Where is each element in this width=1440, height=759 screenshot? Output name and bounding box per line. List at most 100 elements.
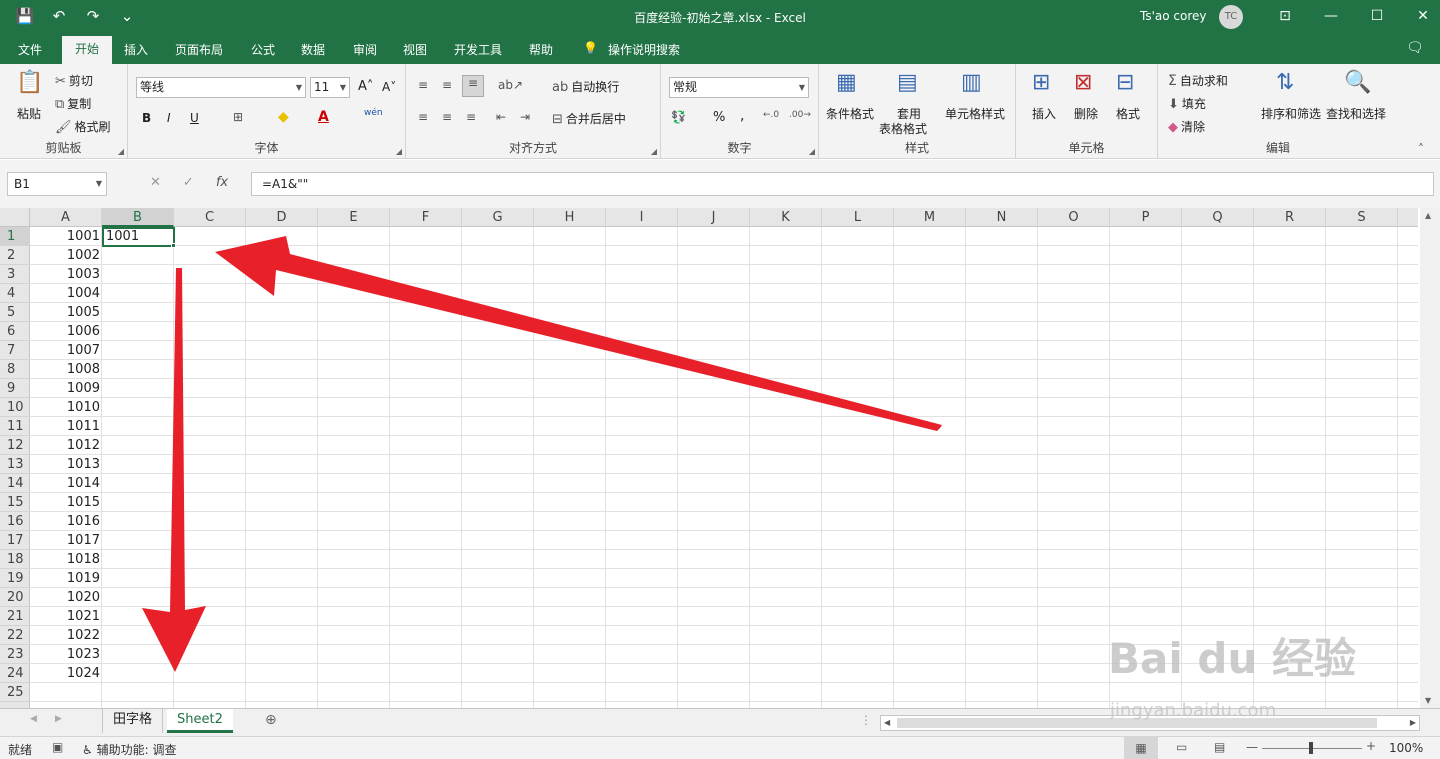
minimize-icon[interactable]: — (1308, 0, 1354, 34)
italic-button[interactable]: I (167, 111, 171, 125)
copy-button[interactable]: ⧉ 复制 (55, 95, 91, 112)
add-sheet-icon[interactable]: ⊕ (265, 712, 277, 728)
align-center-icon[interactable]: ≡ (442, 110, 452, 124)
column-header-m[interactable]: M (894, 208, 966, 227)
cell-a-value[interactable]: 1021 (30, 607, 100, 626)
column-header-e[interactable]: E (318, 208, 390, 227)
border-icon[interactable]: ⊞ (233, 110, 243, 124)
cell-a-value[interactable]: 1015 (30, 493, 100, 512)
row-header[interactable]: 22 (0, 626, 30, 645)
cell-a-value[interactable]: 1010 (30, 398, 100, 417)
cell-a-value[interactable]: 1014 (30, 474, 100, 493)
column-header-k[interactable]: K (750, 208, 822, 227)
format-button[interactable]: 格式 (1116, 105, 1140, 122)
sheet-tab-2-active[interactable]: Sheet2 (167, 709, 233, 733)
tab-developer[interactable]: 开发工具 (454, 41, 502, 58)
sheet-tab-1[interactable]: 田字格 (102, 709, 164, 733)
cell-a-value[interactable]: 1016 (30, 512, 100, 531)
format-cells-icon[interactable]: ⊟ (1116, 70, 1134, 95)
cell-a-value[interactable]: 1001 (30, 227, 100, 246)
page-layout-view-icon[interactable]: ▭ (1176, 740, 1187, 754)
cell-a-value[interactable]: 1020 (30, 588, 100, 607)
cell-a-value[interactable]: 1012 (30, 436, 100, 455)
bold-button[interactable]: B (142, 111, 151, 125)
scroll-down-icon[interactable]: ▼ (1425, 696, 1431, 705)
cancel-icon[interactable]: ✕ (150, 175, 161, 190)
row-header[interactable]: 14 (0, 474, 30, 493)
comma-button[interactable]: , (740, 108, 744, 124)
font-name-combo[interactable]: 等线 ▼ (136, 77, 306, 98)
column-header-p[interactable]: P (1110, 208, 1182, 227)
formula-input[interactable]: =A1&"" (251, 172, 1434, 196)
row-header[interactable]: 6 (0, 322, 30, 341)
wrap-text-button[interactable]: ab 自动换行 (552, 78, 619, 95)
tab-view[interactable]: 视图 (403, 41, 427, 58)
paste-button[interactable]: 粘贴 (17, 105, 41, 122)
cell-a-value[interactable]: 1023 (30, 645, 100, 664)
fill-handle[interactable] (171, 243, 176, 248)
tab-home[interactable]: 开始 (62, 36, 112, 64)
row-header[interactable]: 10 (0, 398, 30, 417)
align-middle-icon[interactable]: ≡ (442, 78, 452, 92)
decrease-decimal-icon[interactable]: .00→ (789, 110, 811, 120)
column-header-g[interactable]: G (462, 208, 534, 227)
tab-formulas[interactable]: 公式 (251, 41, 275, 58)
dialog-launcher-icon[interactable]: ◢ (396, 147, 402, 156)
cell-a-value[interactable]: 1002 (30, 246, 100, 265)
insert-button[interactable]: 插入 (1032, 105, 1056, 122)
cell-styles-button[interactable]: 单元格样式 (945, 105, 1005, 122)
format-table-button-line2[interactable]: 表格格式 (879, 120, 927, 137)
avatar[interactable]: TC (1219, 5, 1243, 29)
vertical-scrollbar[interactable]: ▲ ▼ (1420, 208, 1440, 708)
normal-view-icon[interactable]: ▦ (1124, 737, 1158, 759)
accessibility-status[interactable]: ♿ 辅助功能: 调查 (82, 741, 176, 758)
insert-cells-icon[interactable]: ⊞ (1032, 70, 1050, 95)
align-right-icon[interactable]: ≡ (466, 110, 476, 124)
zoom-level[interactable]: 100% (1389, 741, 1423, 755)
cell-a-value[interactable]: 1005 (30, 303, 100, 322)
column-header-h[interactable]: H (534, 208, 606, 227)
delete-button[interactable]: 删除 (1074, 105, 1098, 122)
tell-me-search[interactable]: 操作说明搜索 (608, 41, 680, 58)
fill-color-icon[interactable]: ◆ (278, 109, 289, 125)
row-header[interactable]: 20 (0, 588, 30, 607)
phonetic-guide-icon[interactable]: wén (364, 108, 383, 118)
ribbon-display-icon[interactable]: ⊡ (1262, 0, 1308, 34)
align-left-icon[interactable]: ≡ (418, 110, 428, 124)
row-header[interactable]: 4 (0, 284, 30, 303)
zoom-in-icon[interactable]: + (1366, 739, 1376, 753)
column-header-d[interactable]: D (246, 208, 318, 227)
sort-filter-button[interactable]: 排序和筛选 (1261, 105, 1321, 122)
grow-font-icon[interactable]: A˄ (358, 79, 373, 94)
scroll-left-icon[interactable]: ◀ (884, 718, 890, 727)
dialog-launcher-icon[interactable]: ◢ (809, 147, 815, 156)
cell-a-value[interactable]: 1013 (30, 455, 100, 474)
conditional-format-icon[interactable]: ▦ (836, 70, 857, 95)
cell-a-value[interactable]: 1009 (30, 379, 100, 398)
column-header-i[interactable]: I (606, 208, 678, 227)
cell-a-value[interactable]: 1019 (30, 569, 100, 588)
tab-data[interactable]: 数据 (301, 41, 325, 58)
collapse-ribbon-icon[interactable]: ˄ (1418, 142, 1424, 156)
cell-a-value[interactable]: 1018 (30, 550, 100, 569)
insert-function-icon[interactable]: fx (216, 175, 228, 190)
row-header[interactable]: 9 (0, 379, 30, 398)
cell-styles-icon[interactable]: ▥ (961, 70, 982, 95)
tab-insert[interactable]: 插入 (124, 41, 148, 58)
find-select-button[interactable]: 查找和选择 (1326, 105, 1386, 122)
orientation-icon[interactable]: ab↗ (498, 78, 523, 92)
tab-review[interactable]: 审阅 (353, 41, 377, 58)
row-header[interactable]: 24 (0, 664, 30, 683)
column-header-f[interactable]: F (390, 208, 462, 227)
column-header-n[interactable]: N (966, 208, 1038, 227)
increase-indent-icon[interactable]: ⇥ (520, 110, 530, 124)
row-header[interactable]: 12 (0, 436, 30, 455)
cell-a-value[interactable]: 1004 (30, 284, 100, 303)
column-header-c[interactable]: C (174, 208, 246, 227)
cell-a-value[interactable]: 1011 (30, 417, 100, 436)
font-size-combo[interactable]: 11 ▼ (310, 77, 350, 98)
decrease-indent-icon[interactable]: ⇤ (496, 110, 506, 124)
maximize-icon[interactable]: ☐ (1354, 0, 1400, 34)
cell-b1-selected[interactable]: 1001 (102, 227, 175, 247)
fill-button[interactable]: ⬇ 填充 (1168, 95, 1206, 112)
